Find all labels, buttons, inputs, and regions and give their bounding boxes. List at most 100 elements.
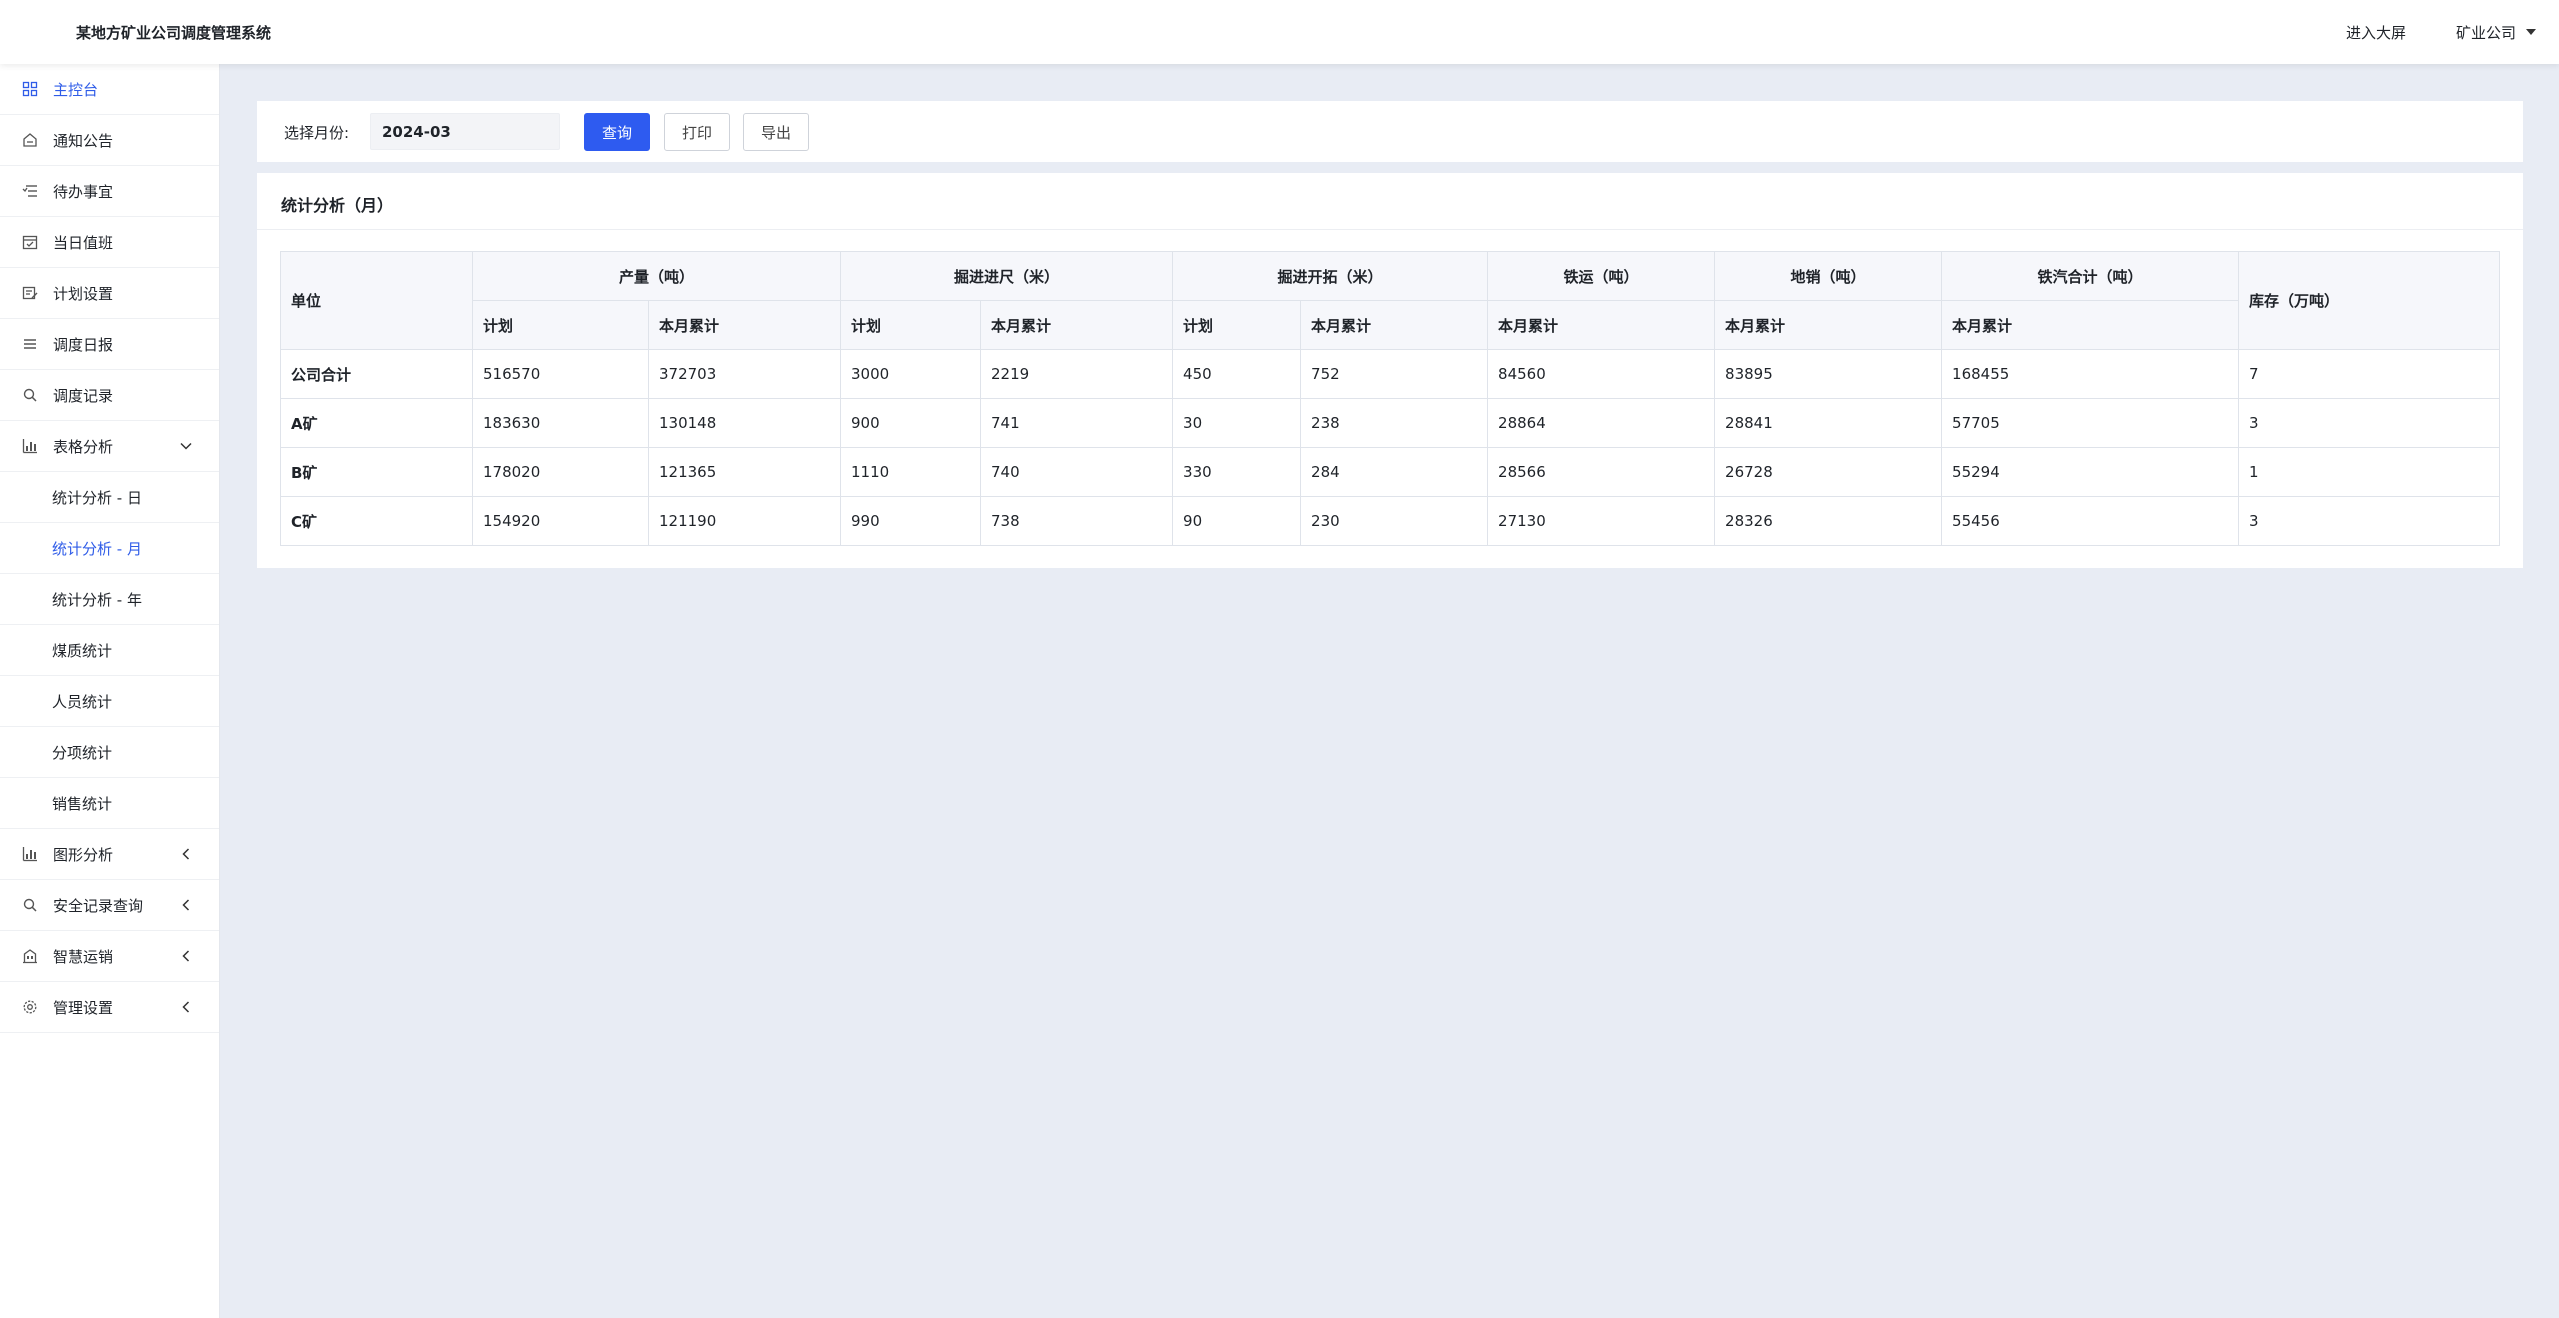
sidebar-subitem-daily-stats[interactable]: 统计分析 - 日 <box>0 472 219 523</box>
sidebar-subitem-label: 人员统计 <box>52 693 113 711</box>
col-header-output: 产量（吨） <box>471 251 842 301</box>
search-icon <box>23 388 37 402</box>
chevron-down-icon <box>180 442 192 450</box>
cell-output-cum: 121190 <box>647 496 842 546</box>
sidebar-item-safety-records[interactable]: 安全记录查询 <box>0 880 219 931</box>
table-row: C矿 154920 121190 990 738 90 230 27130 28… <box>280 496 2501 546</box>
sidebar-item-notice[interactable]: 通知公告 <box>0 115 219 166</box>
sidebar-item-table-analysis[interactable]: 表格分析 <box>0 421 219 472</box>
table-row: 公司合计 516570 372703 3000 2219 450 752 845… <box>280 349 2501 399</box>
cell-local-cum: 28326 <box>1714 496 1943 546</box>
table-row: A矿 183630 130148 900 741 30 238 28864 28… <box>280 398 2501 448</box>
app-title: 某地方矿业公司调度管理系统 <box>76 24 272 42</box>
cell-output-plan: 183630 <box>472 398 649 448</box>
card-title: 统计分析（月） <box>281 196 394 215</box>
dashboard-icon <box>22 81 38 97</box>
caret-down-icon <box>2526 29 2537 35</box>
col-subheader-month-cum: 本月累计 <box>980 300 1174 350</box>
cell-dev-cum: 238 <box>1300 398 1489 448</box>
plan-icon <box>22 286 38 300</box>
table-row: B矿 178020 121365 1110 740 330 284 28566 … <box>280 447 2501 497</box>
sidebar-subitem-label: 统计分析 - 月 <box>52 540 142 558</box>
sidebar-item-todo[interactable]: 待办事宜 <box>0 166 219 217</box>
card-divider <box>257 229 2523 230</box>
sidebar-item-plan[interactable]: 计划设置 <box>0 268 219 319</box>
sidebar-subitem-yearly-stats[interactable]: 统计分析 - 年 <box>0 574 219 625</box>
col-header-unit: 单位 <box>280 251 473 350</box>
company-dropdown[interactable]: 矿业公司 <box>2456 22 2537 43</box>
col-header-local-sales: 地销（吨） <box>1714 251 1943 301</box>
cell-stock: 3 <box>2238 398 2501 448</box>
cell-dev-cum: 230 <box>1300 496 1489 546</box>
cell-output-plan: 516570 <box>472 349 649 399</box>
sidebar-subitem-label: 统计分析 - 年 <box>52 591 142 609</box>
monthly-stats-table: 单位 产量（吨） 掘进进尺（米） 掘进开拓（米） 铁运（吨） 地销（吨） 铁汽合… <box>280 251 2501 546</box>
col-subheader-month-cum: 本月累计 <box>1714 300 1943 350</box>
todo-icon <box>22 185 37 197</box>
cell-rail-cum: 28864 <box>1487 398 1716 448</box>
company-label: 矿业公司 <box>2456 24 2517 42</box>
col-header-rail: 铁运（吨） <box>1487 251 1716 301</box>
cell-output-cum: 130148 <box>647 398 842 448</box>
sidebar-item-dashboard[interactable]: 主控台 <box>0 64 219 115</box>
sidebar-item-smart-logistics[interactable]: 智慧运销 <box>0 931 219 982</box>
sidebar-subitem-personnel[interactable]: 人员统计 <box>0 676 219 727</box>
col-subheader-month-cum: 本月累计 <box>1300 300 1489 350</box>
cell-dev-cum: 752 <box>1300 349 1489 399</box>
col-header-rail-road-total: 铁汽合计（吨） <box>1941 251 2240 301</box>
enter-big-screen-link[interactable]: 进入大屏 <box>2346 22 2406 43</box>
col-header-advance: 掘进进尺（米） <box>840 251 1174 301</box>
cell-unit: C矿 <box>280 496 473 546</box>
month-picker-input[interactable] <box>370 113 560 150</box>
sidebar-item-daily-report[interactable]: 调度日报 <box>0 319 219 370</box>
sidebar-item-label: 表格分析 <box>53 438 114 456</box>
cell-unit: A矿 <box>280 398 473 448</box>
sidebar-item-graph-analysis[interactable]: 图形分析 <box>0 829 219 880</box>
sidebar-subitem-itemized[interactable]: 分项统计 <box>0 727 219 778</box>
cell-dev-cum: 284 <box>1300 447 1489 497</box>
sidebar-subitem-label: 销售统计 <box>52 795 113 813</box>
sidebar-subitem-coal-quality[interactable]: 煤质统计 <box>0 625 219 676</box>
chevron-left-icon <box>182 1001 190 1013</box>
month-select-label: 选择月份: <box>284 124 350 142</box>
cell-advance-cum: 2219 <box>980 349 1174 399</box>
sidebar-subitem-sales[interactable]: 销售统计 <box>0 778 219 829</box>
cell-local-cum: 26728 <box>1714 447 1943 497</box>
cell-stock: 3 <box>2238 496 2501 546</box>
top-header: 某地方矿业公司调度管理系统 进入大屏 矿业公司 <box>0 0 2559 64</box>
table-header-row-sub: 计划 本月累计 计划 本月累计 计划 本月累计 本月累计 本月累计 本月累计 <box>281 300 2500 350</box>
chevron-left-icon <box>182 848 190 860</box>
sidebar-item-label: 计划设置 <box>53 285 114 303</box>
sidebar-subitem-label: 煤质统计 <box>52 642 113 660</box>
sidebar-item-management-settings[interactable]: 管理设置 <box>0 982 219 1033</box>
sidebar-item-label: 图形分析 <box>53 846 114 864</box>
cell-unit: 公司合计 <box>280 349 473 399</box>
sidebar-item-label: 通知公告 <box>53 132 114 150</box>
cell-advance-plan: 3000 <box>840 349 982 399</box>
cell-total-cum: 57705 <box>1941 398 2240 448</box>
chart-icon <box>22 439 37 454</box>
cell-advance-cum: 740 <box>980 447 1174 497</box>
table-header-row-groups: 单位 产量（吨） 掘进进尺（米） 掘进开拓（米） 铁运（吨） 地销（吨） 铁汽合… <box>280 251 2501 350</box>
col-subheader-month-cum: 本月累计 <box>1941 300 2240 350</box>
export-button[interactable]: 导出 <box>743 113 809 151</box>
sidebar-item-dispatch-record[interactable]: 调度记录 <box>0 370 219 421</box>
cell-advance-plan: 990 <box>840 496 982 546</box>
sidebar-subitem-label: 分项统计 <box>52 744 113 762</box>
sidebar-item-label: 调度记录 <box>53 387 114 405</box>
print-button[interactable]: 打印 <box>664 113 730 151</box>
cell-output-cum: 121365 <box>647 447 842 497</box>
cell-dev-plan: 450 <box>1172 349 1302 399</box>
notice-icon <box>23 133 37 147</box>
sidebar-item-label: 调度日报 <box>53 336 114 354</box>
sidebar-subitem-monthly-stats[interactable]: 统计分析 - 月 <box>0 523 219 574</box>
chevron-left-icon <box>182 950 190 962</box>
sidebar-item-label: 主控台 <box>53 81 99 99</box>
cell-output-plan: 178020 <box>472 447 649 497</box>
cell-output-plan: 154920 <box>472 496 649 546</box>
cell-unit: B矿 <box>280 447 473 497</box>
query-button[interactable]: 查询 <box>584 113 650 151</box>
sidebar-item-duty[interactable]: 当日值班 <box>0 217 219 268</box>
sidebar-item-label: 管理设置 <box>53 999 114 1017</box>
cell-rail-cum: 84560 <box>1487 349 1716 399</box>
